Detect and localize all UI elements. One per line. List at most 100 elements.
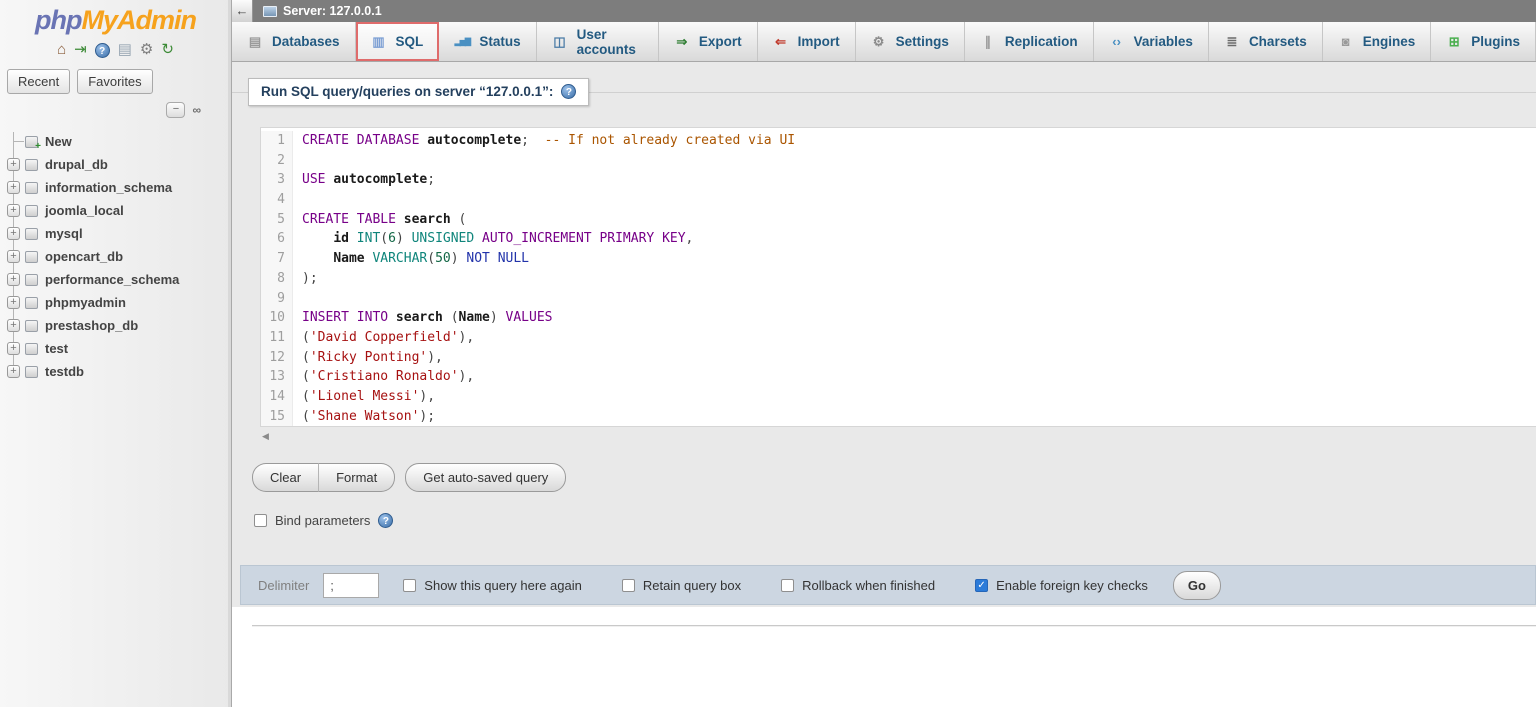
option-label[interactable]: Show this query here again [424,578,582,593]
line-code: Name VARCHAR(50) NOT NULL [293,249,529,269]
go-button[interactable]: Go [1173,571,1221,600]
sidebar-item-opencart-db[interactable]: +opencart_db [0,245,231,268]
tab-user-accounts[interactable]: ◫ User accounts [537,22,659,61]
tab-sql[interactable]: ▥SQL [356,22,440,61]
retain-query-box-checkbox[interactable] [622,579,635,592]
sidebar-item-test[interactable]: +test [0,337,231,360]
refresh-icon[interactable]: ↻ [161,42,174,58]
delimiter-input[interactable] [323,573,379,598]
tab-import[interactable]: ⇐ Import [758,22,856,61]
expand-icon[interactable]: + [7,365,20,378]
sql-token-str: 'Ricky Ponting' [310,350,427,365]
option-label[interactable]: Rollback when finished [802,578,935,593]
import-icon: ⇐ [773,34,789,50]
enable-foreign-key-checks-checkbox[interactable]: ✓ [975,579,988,592]
sidebar-item-new[interactable]: New [0,130,231,153]
sql-code-editor[interactable]: 1CREATE DATABASE autocomplete; -- If not… [260,127,1536,427]
line-code: ('Lionel Messi'), [293,387,435,407]
editor-line: 6 id INT(6) UNSIGNED AUTO_INCREMENT PRIM… [261,229,1536,249]
tab-settings[interactable]: ⚙Settings [856,22,965,61]
tab-label: User accounts [577,27,643,57]
phpmyadmin-logo[interactable]: phpMyAdmin [0,0,231,36]
line-number: 10 [261,308,293,328]
sidebar-item-information-schema[interactable]: +information_schema [0,176,231,199]
sidebar-item-prestashop-db[interactable]: +prestashop_db [0,314,231,337]
expand-icon[interactable]: + [7,204,20,217]
exit-icon[interactable]: ⇥ [74,42,87,58]
tab-variables[interactable]: ‹›Variables [1094,22,1209,61]
bind-parameters-label[interactable]: Bind parameters [275,513,370,528]
help-icon[interactable]: ? [95,43,110,58]
tab-label: Settings [896,34,949,49]
expand-icon[interactable]: + [7,158,20,171]
sidebar-item-drupal-db[interactable]: +drupal_db [0,153,231,176]
expand-icon[interactable]: + [7,227,20,240]
option-rollback-when-finished: Rollback when finished [781,578,935,593]
sidebar-item-performance-schema[interactable]: +performance_schema [0,268,231,291]
tab-engines[interactable]: ◙Engines [1323,22,1432,61]
bind-parameters-checkbox[interactable] [254,514,267,527]
help-icon[interactable]: ? [561,84,576,99]
tab-label: SQL [396,34,424,49]
recent-button[interactable]: Recent [7,69,70,94]
expand-icon[interactable]: + [7,250,20,263]
tab-status[interactable]: ▂▅▇Status [439,22,536,61]
link-icon[interactable]: ∞ [192,103,201,117]
sidebar-tabs: Recent Favorites [7,69,231,94]
database-tree: New+drupal_db+information_schema+joomla_… [0,130,231,383]
editor-line: 11('David Copperfield'), [261,328,1536,348]
clear-button[interactable]: Clear [252,463,319,492]
sql-token-name: search [404,212,451,227]
expand-icon[interactable]: + [7,181,20,194]
collapse-all-button[interactable]: − [166,102,185,118]
server-breadcrumb[interactable]: Server: 127.0.0.1 [283,4,382,18]
collapse-sidebar-button[interactable]: ← [232,0,253,22]
sql-token-pln [302,231,333,246]
sql-token-pln: ); [419,409,435,424]
sidebar-item-testdb[interactable]: +testdb [0,360,231,383]
tab-databases[interactable]: ▤Databases [232,22,356,61]
editor-line: 15('Shane Watson'); [261,407,1536,427]
tab-label: Import [798,34,840,49]
expand-icon[interactable]: + [7,296,20,309]
tab-label: Databases [272,34,340,49]
database-icon [25,274,38,286]
tab-charsets[interactable]: ≣Charsets [1209,22,1323,61]
sql-token-pln: ( [451,212,467,227]
favorites-button[interactable]: Favorites [77,69,152,94]
sql-token-pln: ) [396,231,412,246]
sidebar-item-label: phpmyadmin [45,295,126,310]
sql-token-pln: , [686,231,694,246]
get-auto-saved-query-button[interactable]: Get auto-saved query [405,463,566,492]
tab-export[interactable]: ⇒Export [659,22,758,61]
sql-token-num: 6 [388,231,396,246]
editor-line: 8); [261,269,1536,289]
tab-replication[interactable]: ∥Replication [965,22,1094,61]
user-accounts-icon: ◫ [552,34,568,50]
delimiter-label: Delimiter [258,578,309,593]
bind-parameters-help-icon[interactable]: ? [378,513,393,528]
editor-line: 10INSERT INTO search (Name) VALUES [261,308,1536,328]
sql-token-atm: NOT NULL [466,251,529,266]
expand-icon[interactable]: + [7,319,20,332]
server-icon [263,6,277,17]
home-icon[interactable]: ⌂ [57,42,66,58]
tab-plugins[interactable]: ⊞Plugins [1431,22,1536,61]
sidebar-item-joomla-local[interactable]: +joomla_local [0,199,231,222]
sidebar-item-phpmyadmin[interactable]: + phpmyadmin [0,291,231,314]
sql-token-kw: PRIMARY KEY [599,231,685,246]
format-button[interactable]: Format [319,463,395,492]
option-label[interactable]: Retain query box [643,578,741,593]
editor-hscroll-arrow[interactable]: ◀ [262,431,1536,443]
rollback-when-finished-checkbox[interactable] [781,579,794,592]
show-this-query-here-again-checkbox[interactable] [403,579,416,592]
expand-icon[interactable]: + [7,342,20,355]
line-number: 6 [261,229,293,249]
server-breadcrumb-bar: ← Server: 127.0.0.1 [232,0,1536,22]
option-label[interactable]: Enable foreign key checks [996,578,1148,593]
console-doc-icon[interactable]: ▤ [118,42,132,58]
sidebar-item-mysql[interactable]: +mysql [0,222,231,245]
settings-gear-icon[interactable]: ⚙ [140,42,153,58]
line-code: id INT(6) UNSIGNED AUTO_INCREMENT PRIMAR… [293,229,693,249]
expand-icon[interactable]: + [7,273,20,286]
